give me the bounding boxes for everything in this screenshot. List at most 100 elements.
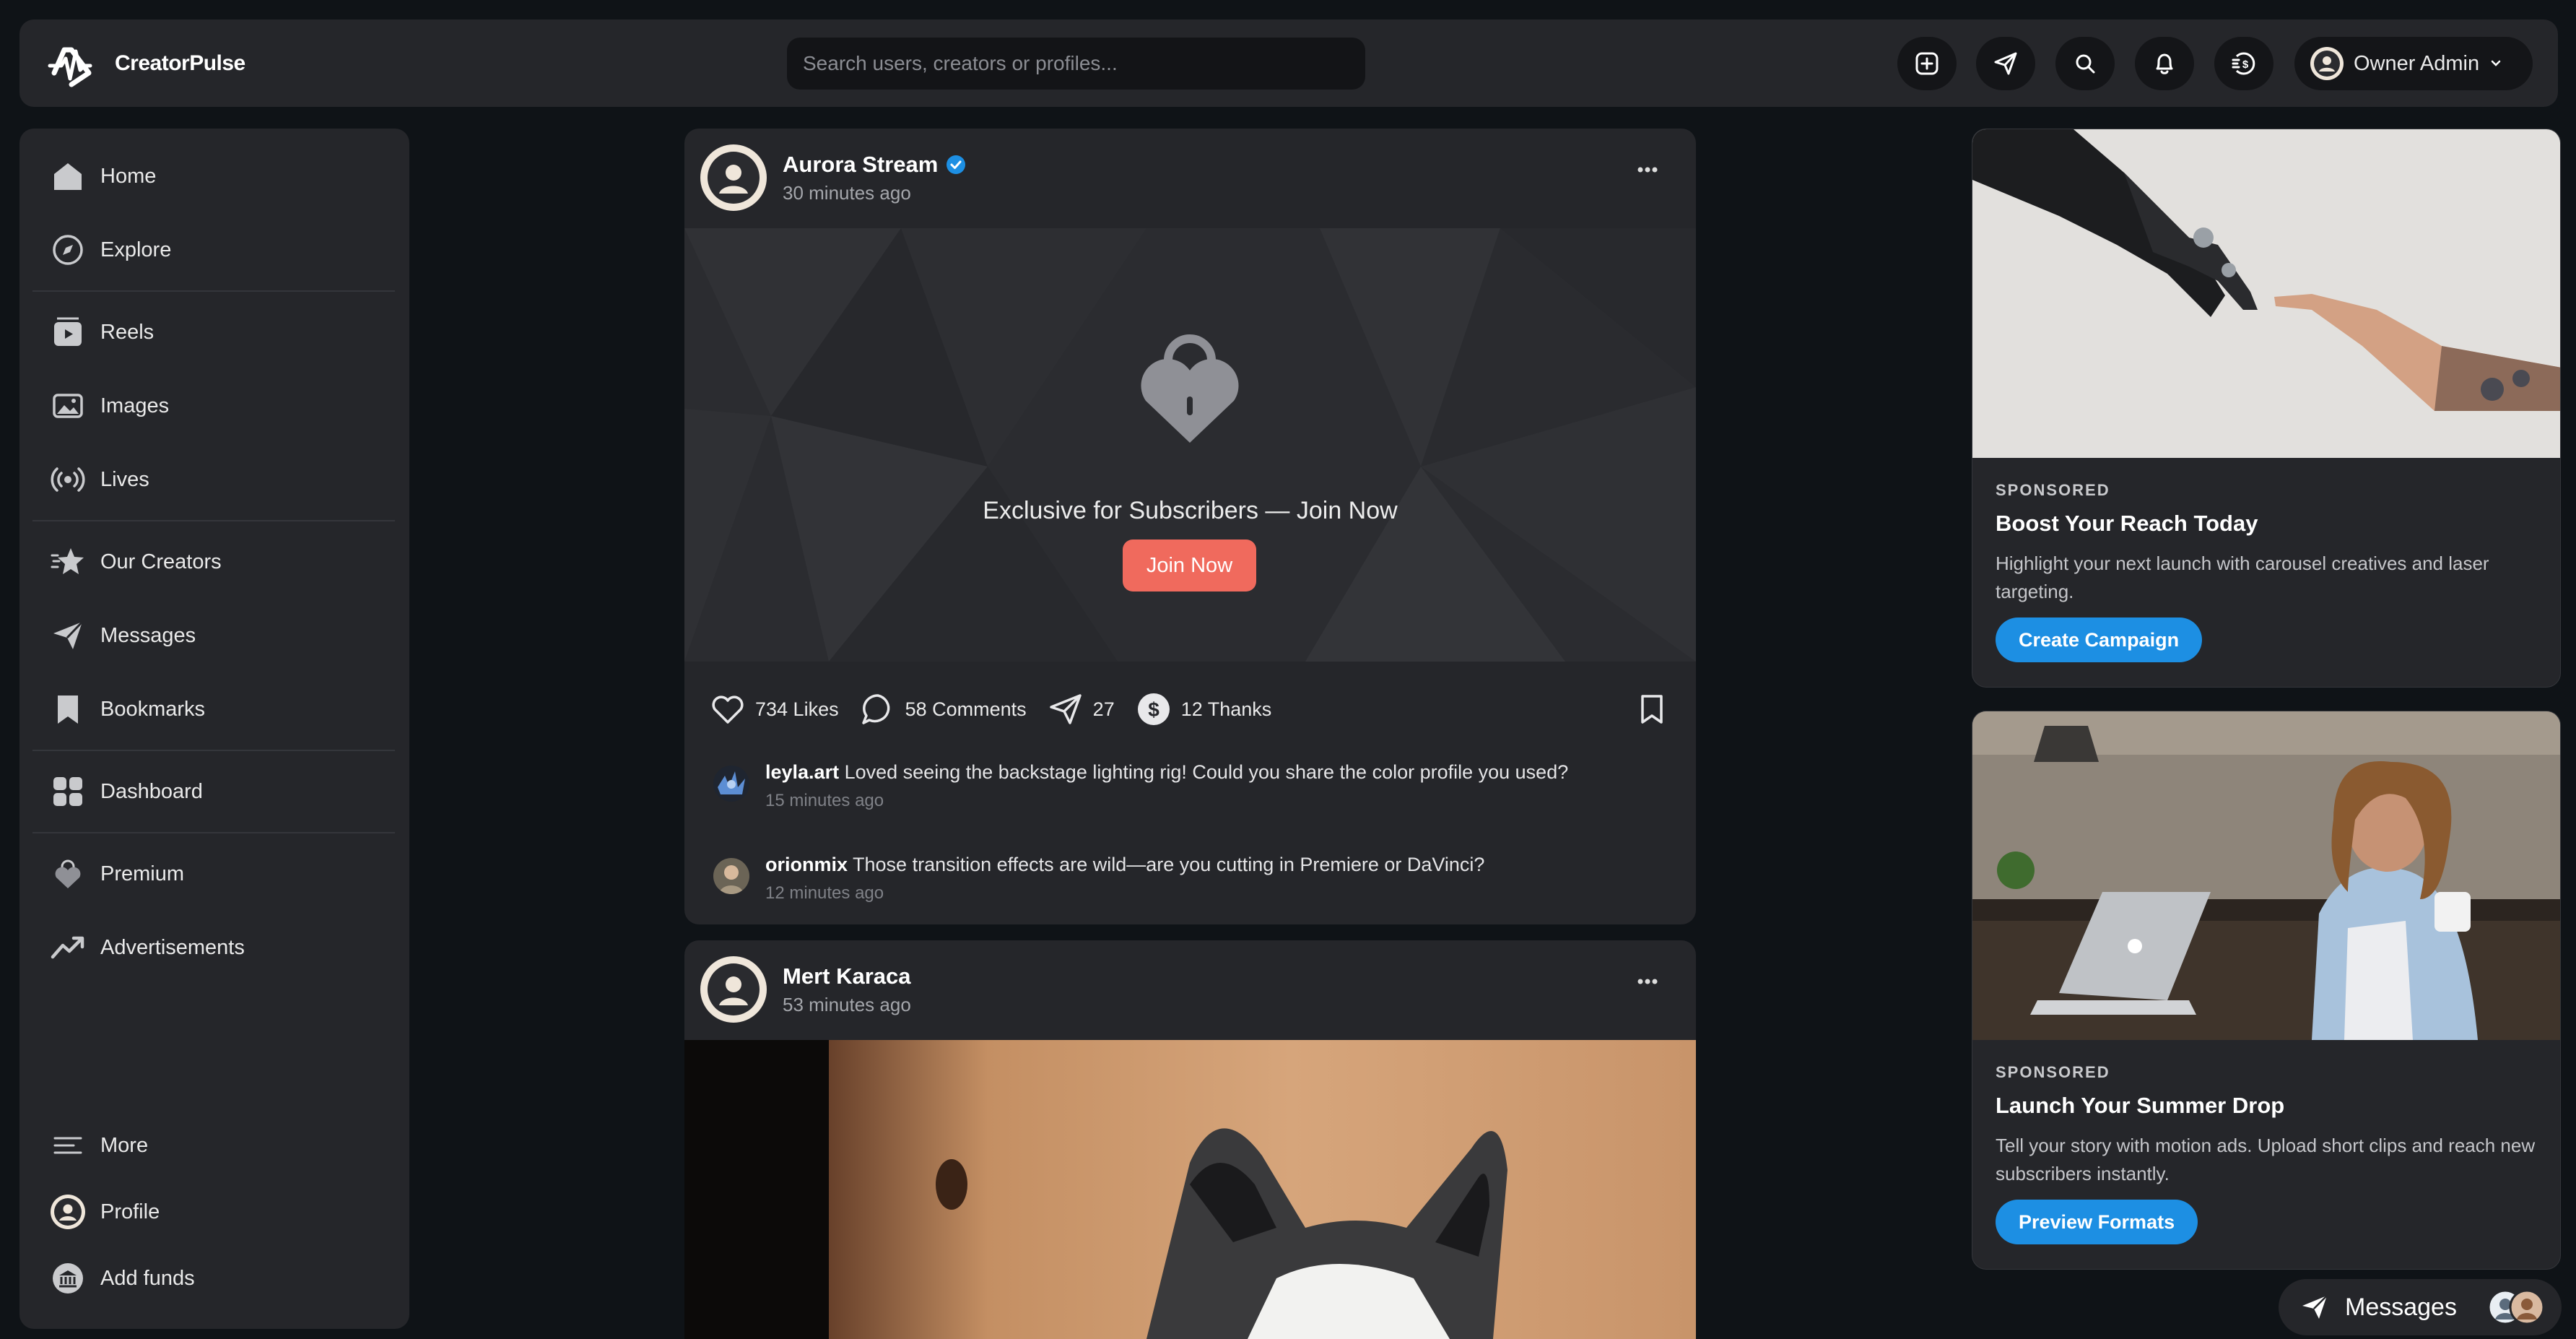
- shares-count: 27: [1092, 698, 1115, 720]
- sidebar-item-dashboard[interactable]: Dashboard: [50, 770, 203, 813]
- dollar-coin-icon: $: [1137, 693, 1170, 725]
- sidebar-item-our-creators[interactable]: Our Creators: [50, 540, 222, 584]
- user-menu[interactable]: Owner Admin: [2294, 37, 2533, 90]
- notifications-button[interactable]: [2135, 37, 2194, 90]
- comments-count: 58 Comments: [905, 698, 1027, 720]
- avatar[interactable]: [713, 766, 749, 802]
- svg-text:$: $: [1148, 698, 1159, 721]
- post-options-button[interactable]: [1637, 166, 1658, 173]
- sidebar-item-profile[interactable]: Profile: [50, 1190, 160, 1234]
- locked-message: Exclusive for Subscribers — Join Now: [983, 497, 1398, 524]
- avatar: [2310, 47, 2344, 80]
- sidebar-item-add-funds[interactable]: Add funds: [50, 1257, 195, 1300]
- comment-item: orionmix Those transition effects are wi…: [713, 854, 1484, 904]
- comment-text: Loved seeing the backstage lighting rig!…: [844, 761, 1569, 783]
- post-header: Mert Karaca 53 minutes ago: [700, 956, 911, 1023]
- ad-card: SPONSORED Launch Your Summer Drop Tell y…: [1972, 711, 2561, 1270]
- add-post-button[interactable]: [1897, 37, 1957, 90]
- comment-item: leyla.art Loved seeing the backstage lig…: [713, 761, 1568, 811]
- sidebar-item-lives[interactable]: Lives: [50, 458, 149, 501]
- sidebar-item-home[interactable]: Home: [50, 155, 156, 198]
- like-button[interactable]: 734 Likes: [710, 693, 839, 725]
- post-time: 53 minutes ago: [783, 993, 911, 1015]
- sidebar-item-premium[interactable]: Premium: [50, 852, 184, 896]
- cat-photo: [684, 1040, 1696, 1339]
- post-card: Mert Karaca 53 minutes ago: [684, 940, 1696, 1339]
- search-bar[interactable]: [787, 38, 1365, 90]
- send-button[interactable]: [1976, 37, 2035, 90]
- save-post-button[interactable]: [1638, 693, 1666, 725]
- sidebar-item-advertisements[interactable]: Advertisements: [50, 926, 245, 969]
- sidebar: Home Explore Reels Images Lives Our Crea…: [19, 129, 409, 1329]
- sidebar-item-label: Add funds: [100, 1266, 195, 1290]
- post-options-button[interactable]: [1637, 978, 1658, 985]
- share-button[interactable]: 27: [1048, 693, 1115, 726]
- ad-description: Tell your story with motion ads. Upload …: [1996, 1135, 2536, 1184]
- messages-widget[interactable]: Messages: [2279, 1279, 2562, 1335]
- svg-text:$: $: [2242, 58, 2249, 71]
- sidebar-item-images[interactable]: Images: [50, 384, 169, 428]
- preview-formats-button[interactable]: Preview Formats: [1996, 1200, 2198, 1244]
- divider: [32, 750, 395, 751]
- sidebar-item-label: Dashboard: [100, 779, 203, 803]
- top-bar: CreatorPulse $: [19, 20, 2558, 107]
- sponsored-label: SPONSORED: [1996, 1063, 2110, 1081]
- avatar[interactable]: [700, 144, 767, 211]
- post-author[interactable]: Aurora Stream: [783, 152, 938, 178]
- lock-heart-icon: [1141, 334, 1239, 443]
- likes-count: 734 Likes: [755, 698, 839, 720]
- sidebar-item-label: Premium: [100, 862, 185, 885]
- robot-hand-image: [1972, 129, 2560, 458]
- create-campaign-button[interactable]: Create Campaign: [1996, 618, 2203, 662]
- ad-image[interactable]: [1972, 711, 2560, 1040]
- post-card: Aurora Stream 30 minutes ago Exclusive f…: [684, 129, 1696, 924]
- sidebar-item-bookmarks[interactable]: Bookmarks: [50, 688, 205, 731]
- star-icon: [50, 544, 86, 580]
- avatar[interactable]: [700, 956, 767, 1023]
- reels-icon: [50, 314, 86, 350]
- bookmark-icon: [50, 691, 86, 727]
- menu-icon: [50, 1127, 86, 1164]
- sidebar-item-label: Bookmarks: [100, 697, 206, 721]
- comment-username[interactable]: orionmix: [765, 854, 848, 875]
- post-actions: 734 Likes 58 Comments 27 $ 12 Thanks: [710, 692, 1293, 727]
- sponsored-label: SPONSORED: [1996, 481, 2110, 499]
- join-now-button[interactable]: Join Now: [1123, 540, 1256, 592]
- post-author[interactable]: Mert Karaca: [783, 963, 910, 989]
- chevron-down-icon: [2491, 60, 2501, 66]
- thanks-button[interactable]: $ 12 Thanks: [1136, 692, 1271, 727]
- brand-name: CreatorPulse: [115, 51, 245, 75]
- add-post-icon: [1915, 52, 1938, 75]
- brand-logo[interactable]: CreatorPulse: [47, 37, 245, 90]
- sidebar-item-label: Reels: [100, 320, 155, 344]
- home-icon: [50, 158, 86, 194]
- comment-button[interactable]: 58 Comments: [861, 693, 1027, 726]
- more-dots-icon: [1637, 167, 1658, 173]
- divider: [32, 290, 395, 292]
- sidebar-item-more[interactable]: More: [50, 1124, 148, 1167]
- comment-time: 12 minutes ago: [765, 883, 884, 903]
- bookmark-icon: [1641, 695, 1663, 724]
- sidebar-item-label: Our Creators: [100, 550, 222, 573]
- heart-icon: [712, 696, 744, 724]
- ad-title: Launch Your Summer Drop: [1996, 1093, 2285, 1118]
- paper-plane-icon: [2302, 1295, 2328, 1319]
- search-button[interactable]: [2055, 37, 2115, 90]
- avatar[interactable]: [713, 858, 749, 894]
- send-icon: [1994, 52, 2017, 75]
- sidebar-item-explore[interactable]: Explore: [50, 228, 171, 272]
- sidebar-item-label: Images: [100, 394, 170, 417]
- messages-label: Messages: [2345, 1293, 2457, 1321]
- post-time: 30 minutes ago: [783, 181, 911, 204]
- ad-image[interactable]: [1972, 129, 2560, 458]
- sidebar-item-reels[interactable]: Reels: [50, 311, 154, 354]
- sidebar-item-messages[interactable]: Messages: [50, 614, 196, 657]
- kitchen-woman-image: [1972, 711, 2560, 1040]
- sidebar-item-label: Messages: [100, 623, 196, 647]
- avatar-icon: [50, 1194, 86, 1230]
- ad-title: Boost Your Reach Today: [1996, 511, 2258, 536]
- wallet-button[interactable]: $: [2214, 37, 2273, 90]
- trend-icon: [50, 930, 86, 966]
- search-input[interactable]: [803, 52, 1365, 75]
- comment-username[interactable]: leyla.art: [765, 761, 839, 783]
